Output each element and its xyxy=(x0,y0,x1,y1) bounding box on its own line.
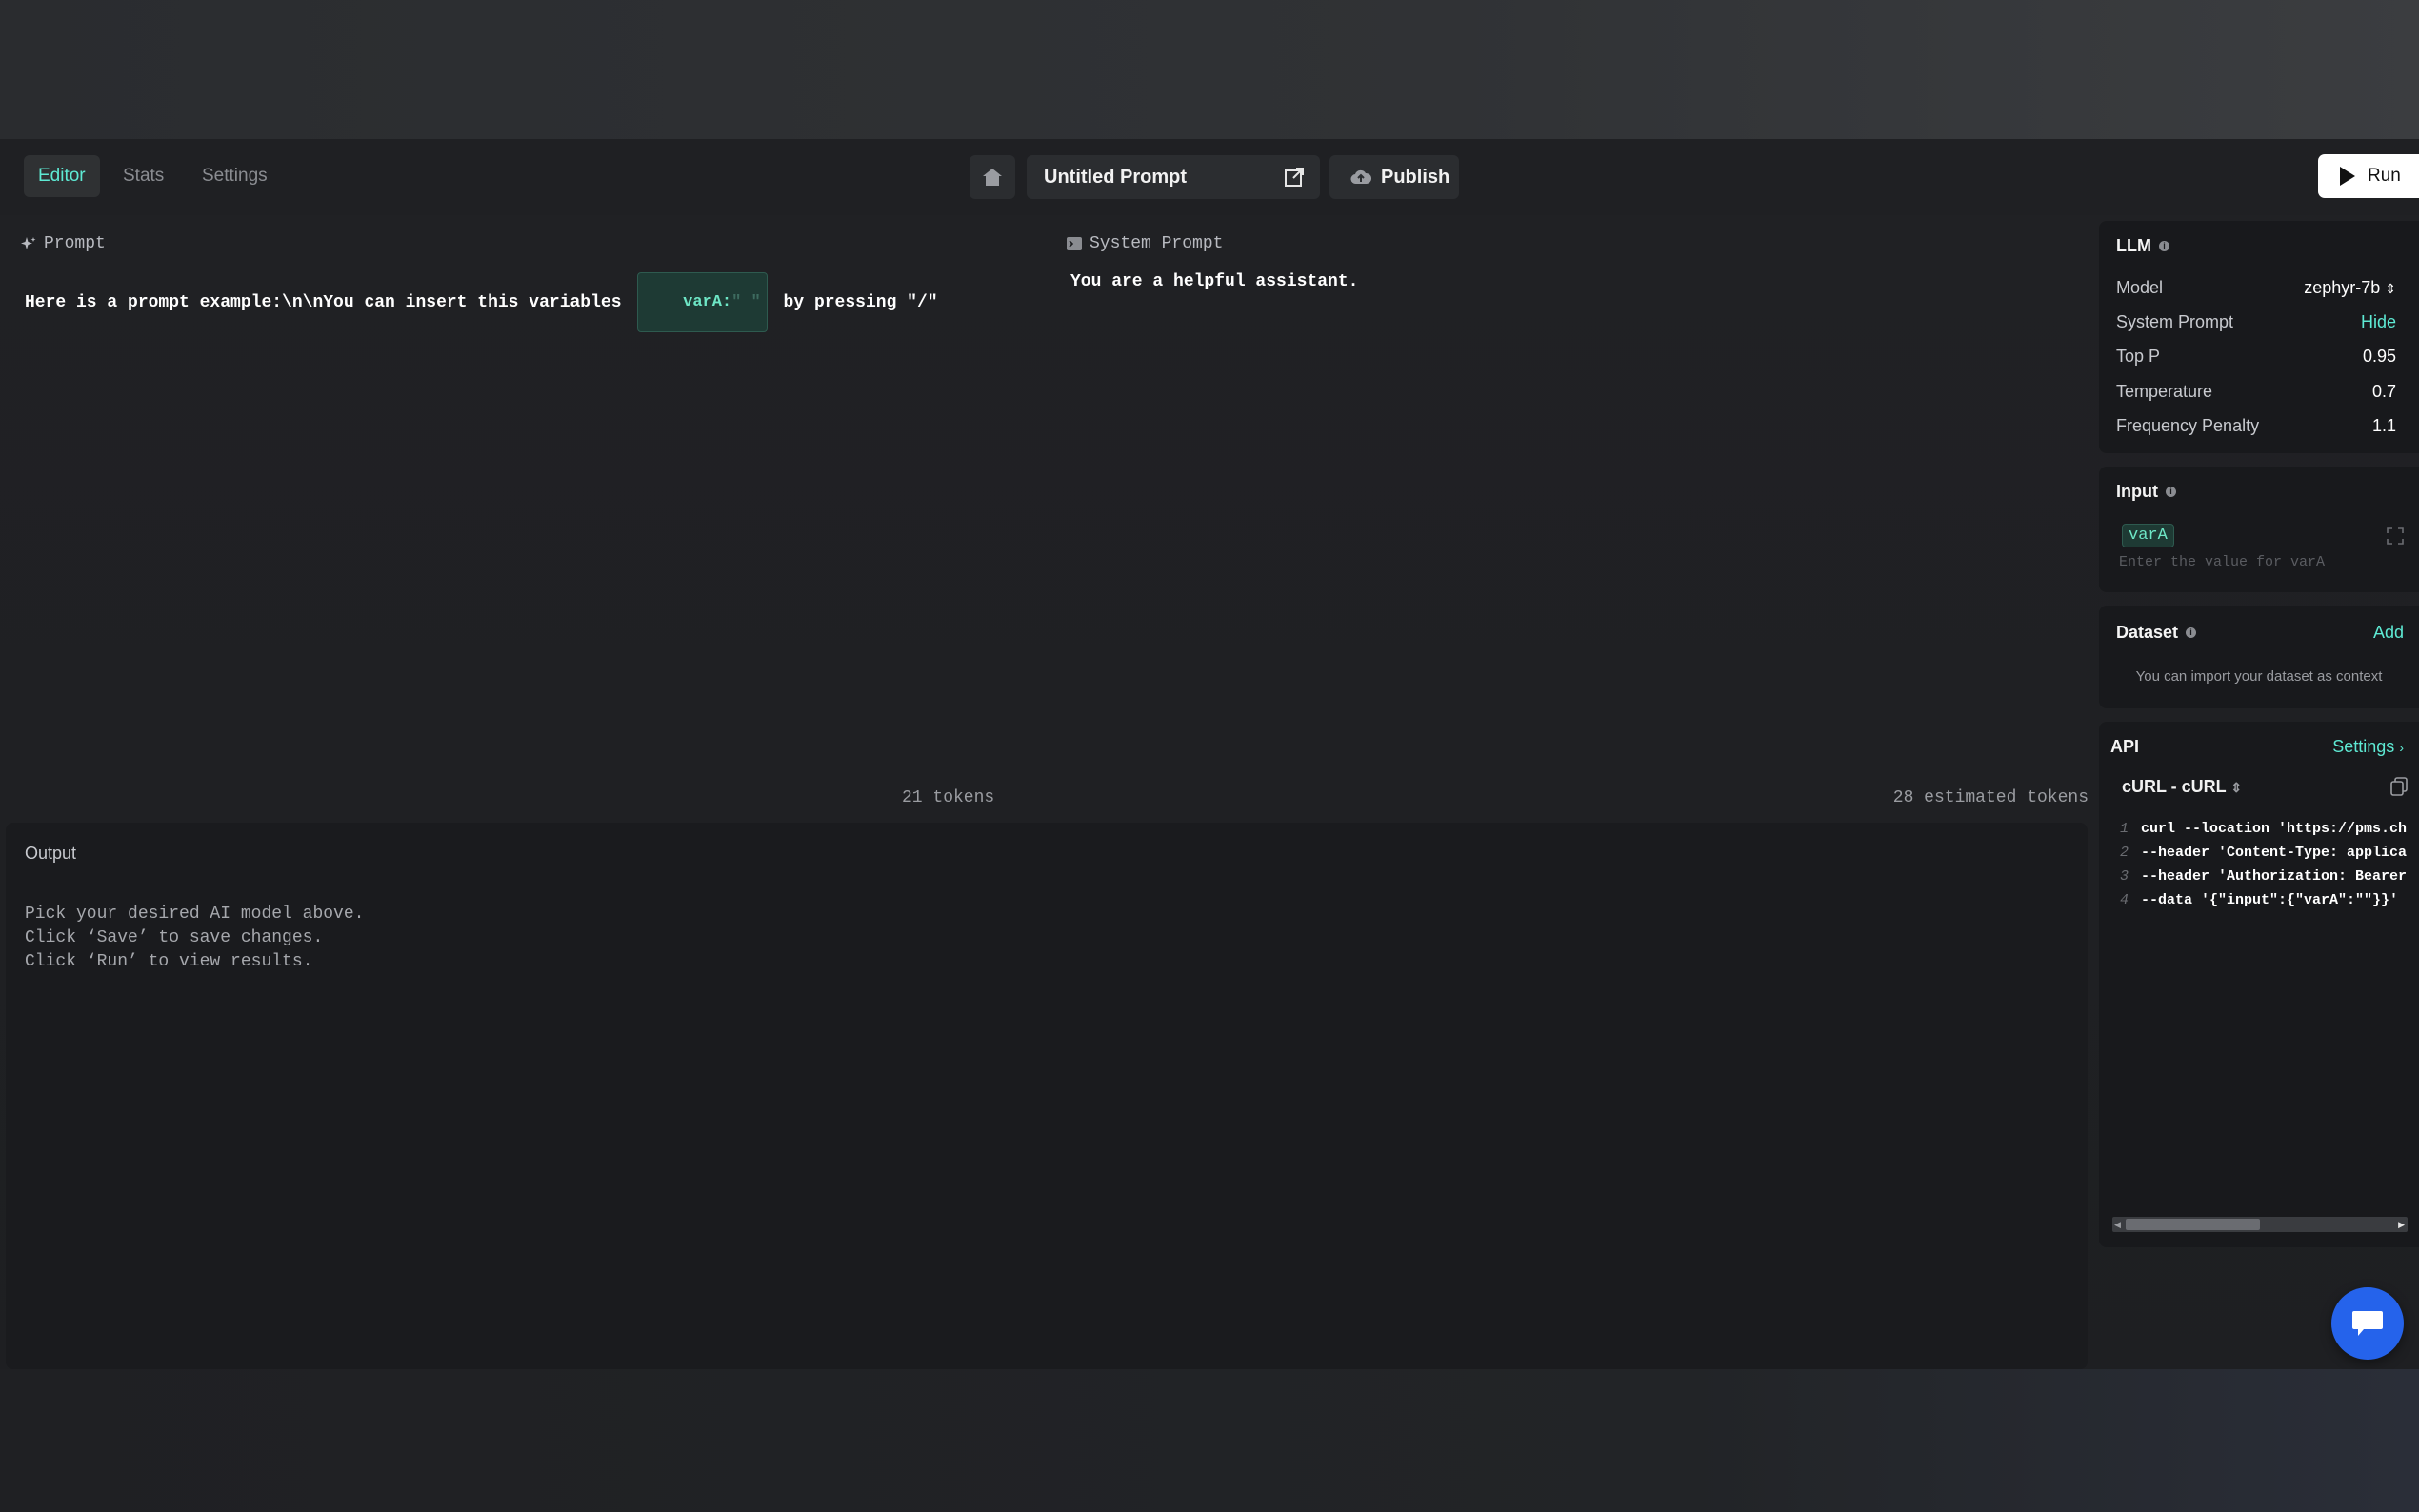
prompt-editor[interactable]: Here is a prompt example:\n\nYou can ins… xyxy=(25,272,938,332)
dataset-card-title: Dataset i xyxy=(2116,623,2197,643)
tab-editor[interactable]: Editor xyxy=(24,155,100,197)
frequency-penalty-row[interactable]: Frequency Penalty 1.1 xyxy=(2116,416,2396,436)
system-prompt-section-label: System Prompt xyxy=(1067,234,1223,253)
code-line: 4 --data '{"input":{"varA":""}}' xyxy=(2120,892,2399,906)
cloud-upload-icon xyxy=(1350,169,1371,185)
input-card-title: Input i xyxy=(2116,482,2176,502)
prompt-title: Untitled Prompt xyxy=(1044,167,1187,188)
home-icon xyxy=(983,169,1002,186)
page-footer-backdrop xyxy=(0,1369,2419,1512)
chevron-updown-icon: ⇕ xyxy=(2230,780,2243,795)
info-icon: i xyxy=(2186,627,2197,638)
variable-chip[interactable]: varA:" " xyxy=(637,272,768,332)
copy-icon[interactable] xyxy=(2390,777,2408,796)
expand-icon[interactable] xyxy=(2387,527,2404,545)
api-language-select[interactable]: cURL - cURL ⇕ xyxy=(2122,777,2242,797)
input-variable-badge: varA xyxy=(2122,524,2174,547)
llm-card: LLM i Model zephyr-7b ⇕ System Prompt Hi… xyxy=(2099,221,2419,453)
chevron-updown-icon: ⇕ xyxy=(2385,281,2396,296)
external-link-icon[interactable] xyxy=(1284,167,1305,188)
prompt-token-count: 21 tokens xyxy=(902,788,995,807)
terminal-icon xyxy=(1067,237,1082,250)
system-prompt-editor[interactable]: You are a helpful assistant. xyxy=(1070,272,1358,291)
api-settings-link[interactable]: Settings › xyxy=(2332,737,2404,757)
hide-system-prompt-button[interactable]: Hide xyxy=(2361,312,2396,332)
run-label: Run xyxy=(2368,166,2401,186)
api-code-block: 1 curl --location 'https://pms.ch 2 --head… xyxy=(2099,821,2419,906)
prompt-section-label: Prompt xyxy=(21,234,106,253)
model-select[interactable]: Model zephyr-7b ⇕ xyxy=(2116,278,2396,298)
temperature-row[interactable]: Temperature 0.7 xyxy=(2116,382,2396,402)
scrollbar-thumb[interactable] xyxy=(2126,1219,2260,1230)
info-icon: i xyxy=(2158,241,2169,251)
publish-label: Publish xyxy=(1381,166,1450,188)
api-card: API Settings › cURL - cURL ⇕ 1 curl --loc… xyxy=(2099,722,2419,1247)
code-line: 1 curl --location 'https://pms.ch xyxy=(2120,821,2408,837)
scroll-right-icon[interactable]: ▶ xyxy=(2398,1220,2405,1230)
sparkle-icon xyxy=(21,237,36,249)
input-card: Input i varA Enter the value for varA xyxy=(2099,467,2419,592)
tab-settings[interactable]: Settings xyxy=(188,155,282,197)
system-token-count: 28 estimated tokens xyxy=(1892,788,2089,807)
info-icon: i xyxy=(2165,487,2176,497)
input-value-field[interactable]: Enter the value for varA xyxy=(2119,554,2325,570)
play-icon xyxy=(2340,167,2355,186)
code-line: 2 --header 'Content-Type: applica xyxy=(2120,845,2408,861)
top-p-row[interactable]: Top P 0.95 xyxy=(2116,347,2396,367)
chat-support-button[interactable] xyxy=(2331,1287,2404,1360)
horizontal-scrollbar[interactable]: ◀ ▶ xyxy=(2112,1217,2408,1232)
prompt-title-field[interactable]: Untitled Prompt xyxy=(1027,155,1320,199)
add-dataset-button[interactable]: Add xyxy=(2373,623,2404,643)
output-panel: Output Pick your desired AI model above.… xyxy=(6,823,2088,1369)
home-button[interactable] xyxy=(970,155,1015,199)
api-card-title: API xyxy=(2110,737,2140,756)
chat-icon xyxy=(2352,1311,2383,1336)
code-line: 3 --header 'Authorization: Bearer xyxy=(2120,868,2408,885)
publish-button[interactable]: Publish xyxy=(1329,155,1459,199)
output-hint: Pick your desired AI model above. Click … xyxy=(25,905,365,971)
output-label: Output xyxy=(25,844,77,863)
run-button[interactable]: Run xyxy=(2318,154,2419,198)
browser-backdrop xyxy=(0,0,2419,139)
chevron-right-icon: › xyxy=(2399,740,2404,755)
dataset-hint: You can import your dataset as context xyxy=(2135,668,2383,685)
llm-card-title: LLM i xyxy=(2116,236,2169,256)
dataset-card: Dataset i Add You can import your datase… xyxy=(2099,606,2419,708)
tab-stats[interactable]: Stats xyxy=(109,155,178,197)
system-prompt-toggle-row: System Prompt Hide xyxy=(2116,312,2396,332)
scroll-left-icon[interactable]: ◀ xyxy=(2114,1220,2121,1230)
